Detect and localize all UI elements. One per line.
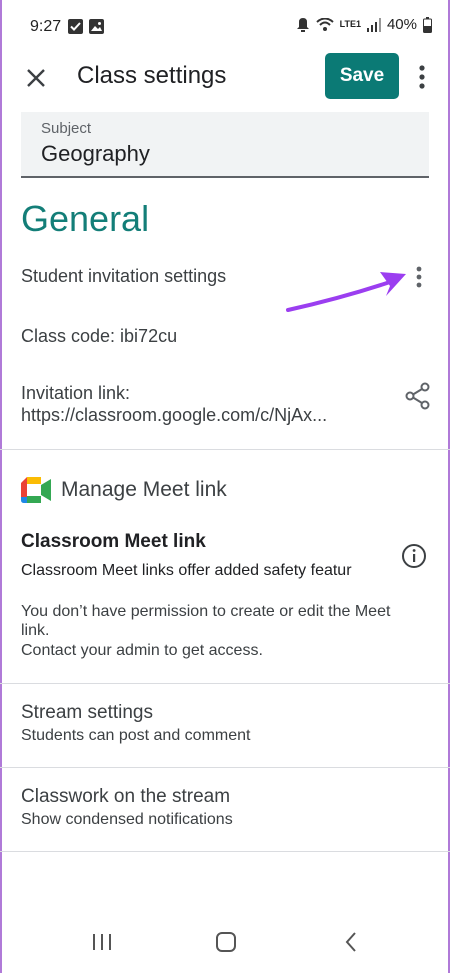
classwork-stream-title: Classwork on the stream bbox=[21, 786, 231, 807]
check-square-icon bbox=[68, 19, 83, 39]
divider bbox=[0, 767, 450, 768]
info-icon[interactable] bbox=[401, 543, 427, 569]
subject-field[interactable]: Subject Geography bbox=[21, 112, 429, 178]
page-title: Class settings bbox=[77, 62, 227, 89]
recent-apps-icon[interactable] bbox=[87, 930, 117, 954]
stream-settings-title: Stream settings bbox=[21, 702, 153, 723]
google-meet-icon bbox=[21, 477, 51, 503]
stream-settings-subtitle: Students can post and comment bbox=[21, 727, 251, 744]
classroom-meet-description: Classroom Meet links offer added safety … bbox=[21, 562, 352, 579]
invitation-link-value[interactable]: https://classroom.google.com/c/NjAx... bbox=[21, 405, 327, 426]
permission-message-line2: link. bbox=[21, 622, 50, 639]
divider bbox=[0, 851, 450, 852]
save-button[interactable]: Save bbox=[325, 53, 399, 99]
system-nav-bar bbox=[0, 920, 450, 970]
share-icon[interactable] bbox=[404, 382, 432, 410]
student-invitation-settings: Student invitation settings bbox=[21, 266, 227, 286]
classwork-stream-subtitle: Show condensed notifications bbox=[21, 811, 233, 828]
subject-value: Geography bbox=[41, 141, 150, 166]
close-icon[interactable] bbox=[20, 62, 52, 94]
battery-icon bbox=[423, 16, 432, 33]
divider bbox=[0, 683, 450, 684]
manage-meet-title: Manage Meet link bbox=[61, 478, 227, 501]
status-bar: 9:27 LTE1 40% bbox=[0, 0, 450, 56]
class-code: Class code: ibi72cu bbox=[21, 326, 178, 346]
battery-text: 40% bbox=[386, 16, 417, 33]
classroom-meet-title: Classroom Meet link bbox=[21, 531, 206, 552]
network-label: LTE1 bbox=[339, 19, 361, 29]
alarm-icon bbox=[296, 17, 310, 33]
annotation-arrow-icon bbox=[282, 262, 422, 322]
wifi-icon bbox=[315, 17, 334, 32]
general-heading: General bbox=[21, 198, 150, 239]
more-options-icon[interactable] bbox=[410, 62, 434, 92]
back-icon[interactable] bbox=[336, 930, 366, 954]
home-icon[interactable] bbox=[211, 930, 241, 954]
signal-icon bbox=[366, 17, 381, 32]
status-time: 9:27 bbox=[30, 18, 62, 35]
image-icon bbox=[89, 19, 104, 39]
status-right: LTE1 40% bbox=[296, 16, 432, 33]
app-bar: Class settings Save bbox=[0, 52, 450, 106]
permission-message-line1: You don’t have permission to create or e… bbox=[21, 603, 391, 620]
divider bbox=[0, 449, 450, 450]
subject-label: Subject bbox=[41, 120, 92, 137]
permission-message-line3: Contact your admin to get access. bbox=[21, 642, 263, 659]
invitation-link-label: Invitation link: bbox=[21, 383, 131, 403]
